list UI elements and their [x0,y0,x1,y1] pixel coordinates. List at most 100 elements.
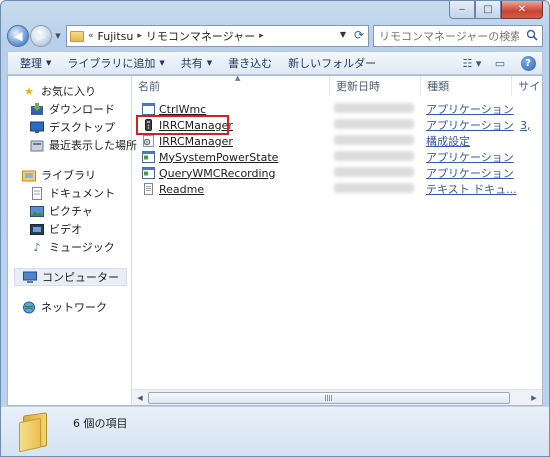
search-icon [526,29,538,41]
chevron-right-icon[interactable]: ▸ [137,31,142,41]
new-folder-button[interactable]: 新しいフォルダー [280,53,384,73]
folder-icon [70,30,84,42]
file-name: CtrlWmc [159,102,207,116]
chevron-down-icon: ▼ [159,59,165,67]
explorer-window: ‒ □ ✕ ◀ ▶ ▼ « Fujitsu ▸ リモコンマネージャー ▸ ▼ ⟳… [0,0,550,457]
file-row[interactable]: MySystemPowerState アプリケーション [132,149,542,165]
scroll-left-icon[interactable]: ◀ [132,390,148,406]
file-type: テキスト ドキュ... [426,183,517,196]
red-highlight-box [136,115,229,135]
column-header-size[interactable]: サイ [512,76,542,96]
column-header-type[interactable]: 種類 [421,76,513,96]
minimize-icon[interactable]: ‒ [449,1,475,19]
details-pane: 6 個の項目 [1,406,549,456]
redacted-date [334,150,414,161]
nav-desktop[interactable]: デスクトップ [8,118,131,136]
pictures-icon [30,205,44,218]
address-bar[interactable]: « Fujitsu ▸ リモコンマネージャー ▸ ▼ ⟳ [66,25,369,47]
scrollbar-thumb[interactable] [148,391,510,404]
breadcrumb-remote-manager[interactable]: リモコンマネージャー [146,28,255,44]
nav-computer[interactable]: コンピューター [14,268,127,286]
grip-icon [325,394,333,401]
desktop-icon [30,121,44,134]
address-dropdown-icon[interactable]: ▼ [340,30,346,39]
folder-icon [19,411,51,452]
add-to-library-button[interactable]: ライブラリに追加 ▼ [59,53,172,73]
file-type: アプリケーション [426,103,514,116]
back-button[interactable]: ◀ [7,25,29,47]
column-headers: 名前 更新日時 種類 サイ [132,76,542,96]
nav-videos[interactable]: ビデオ [8,220,131,238]
scrollbar-track[interactable] [148,391,526,404]
horizontal-scrollbar[interactable]: ◀ ▶ [132,389,542,405]
nav-pictures-label: ピクチャ [49,205,93,218]
breadcrumb-overflow[interactable]: « [88,31,94,41]
column-header-modified[interactable]: 更新日時 [330,76,422,96]
maximize-icon[interactable]: □ [475,1,501,19]
file-row[interactable]: QueryWMCRecording アプリケーション [132,165,542,181]
column-header-type-label: 種類 [427,80,450,93]
file-name: IRRCManager [159,134,233,148]
nav-videos-label: ビデオ [49,223,82,236]
share-label: 共有 [180,57,203,70]
help-button[interactable]: ? [514,53,542,73]
file-row[interactable]: Readme テキスト ドキュ... [132,181,542,197]
scroll-right-icon[interactable]: ▶ [526,390,542,406]
add-to-library-label: ライブラリに追加 [67,57,156,70]
network-icon [22,301,36,314]
preview-pane-icon[interactable]: ▭ [486,53,514,73]
nav-libraries[interactable]: ライブラリ [8,166,131,184]
nav-downloads[interactable]: ダウンロード [8,100,131,118]
close-icon[interactable]: ✕ [501,1,543,19]
file-modified [332,182,424,196]
content-area: ★ お気に入り ダウンロード デスクトップ 最近表示した場所 ライブラリ ドキュ… [7,74,543,406]
nav-music[interactable]: ♪ ミュージック [8,238,131,256]
organize-button[interactable]: 整理 ▼ [12,53,59,73]
refresh-icon[interactable]: ⟳ [354,28,364,42]
column-header-name[interactable]: 名前 [132,76,330,96]
column-header-size-label: サイ [518,80,541,93]
redacted-date [334,166,414,177]
redacted-date [334,118,414,129]
search-input[interactable] [379,29,519,43]
file-row-selected[interactable]: IRRCManager アプリケーション 3, [132,115,542,135]
file-name: Readme [159,182,205,196]
redacted-date [334,182,414,193]
search-box[interactable] [373,25,543,47]
libraries-icon [22,169,36,182]
file-type: 構成設定 [426,135,470,148]
file-type: アプリケーション [426,167,514,180]
breadcrumb-fujitsu[interactable]: Fujitsu [98,30,134,43]
star-icon: ★ [24,84,34,98]
config-gear-icon [143,135,154,147]
recent-pages-dropdown-icon[interactable]: ▼ [52,32,64,40]
chevron-down-icon: ▼ [206,59,213,67]
computer-icon [23,271,37,284]
nav-network-label: ネットワーク [41,301,107,314]
nav-recent-places[interactable]: 最近表示した場所 [8,136,137,154]
file-type: アプリケーション [426,151,514,164]
nav-pictures[interactable]: ピクチャ [8,202,131,220]
item-count: 6 個の項目 [73,416,128,430]
file-row[interactable]: IRRCManager 構成設定 [132,133,542,149]
nav-music-label: ミュージック [49,241,115,254]
file-name: QueryWMCRecording [159,166,276,180]
chevron-right-icon[interactable]: ▸ [259,31,264,41]
redacted-date [334,134,414,145]
column-header-name-label: 名前 [138,80,160,93]
command-bar: 整理 ▼ ライブラリに追加 ▼ 共有 ▼ 書き込む 新しいフォルダー ☷ ▾ ▭ ? [7,51,543,75]
help-icon: ? [520,55,536,71]
file-list-pane: ▲ 名前 更新日時 種類 サイ CtrlWmc アプリケーション IRRCMan… [132,74,542,405]
forward-button[interactable]: ▶ [30,25,52,47]
share-button[interactable]: 共有 ▼ [173,53,220,73]
navigation-pane: ★ お気に入り ダウンロード デスクトップ 最近表示した場所 ライブラリ ドキュ… [8,76,137,405]
burn-button[interactable]: 書き込む [220,53,280,73]
text-document-icon [144,183,153,195]
arrow-right-icon: ▶ [36,29,46,43]
nav-documents-label: ドキュメント [49,187,115,200]
nav-network[interactable]: ネットワーク [8,298,131,316]
burn-label: 書き込む [228,57,273,70]
nav-favorites[interactable]: ★ お気に入り [8,82,131,100]
view-options-icon[interactable]: ☷ ▾ [458,53,486,73]
nav-documents[interactable]: ドキュメント [8,184,131,202]
